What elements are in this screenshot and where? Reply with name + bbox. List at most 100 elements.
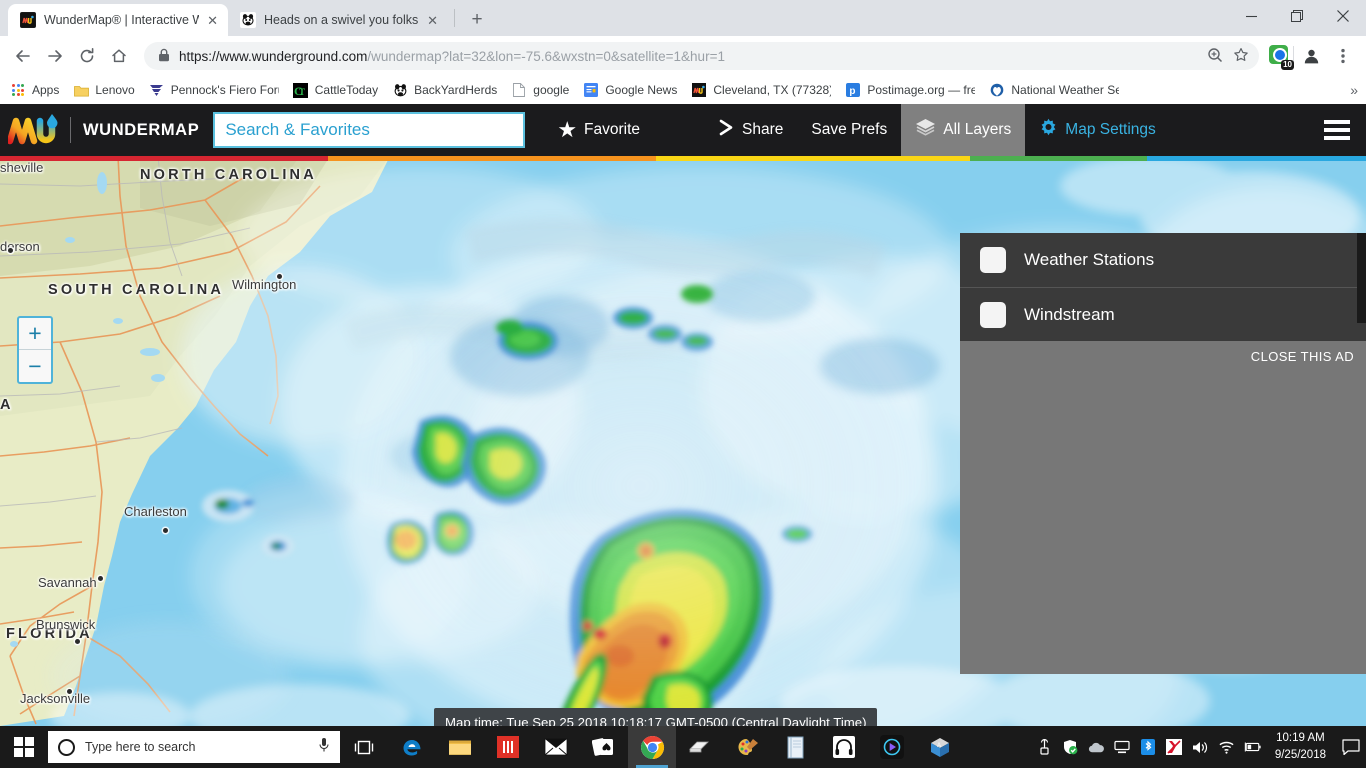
folder-icon — [73, 82, 89, 98]
zoom-in-button[interactable]: + — [19, 318, 51, 350]
task-view-icon[interactable] — [340, 726, 388, 768]
share-button[interactable]: Share — [704, 104, 797, 156]
bookmark-cleveland-tx[interactable]: Cleveland, TX (77328) — [691, 82, 831, 98]
bookmark-postimage[interactable]: p Postimage.org — free — [845, 82, 975, 98]
all-layers-button[interactable]: All Layers — [901, 104, 1026, 156]
brand[interactable]: WUNDERMAP — [0, 113, 199, 147]
home-icon[interactable] — [104, 41, 134, 71]
zoom-out-button[interactable]: − — [19, 350, 51, 382]
taskbar-search-box[interactable]: Type here to search — [48, 731, 340, 763]
windstream-checkbox[interactable] — [980, 302, 1006, 328]
volume-icon[interactable] — [1192, 739, 1209, 756]
bookmarks-bar: Apps Lenovo Pennock's Fiero Forum CT Cat… — [0, 76, 1366, 104]
bookmark-backyardherds[interactable]: BackYardHerds — [392, 82, 497, 98]
address-bar[interactable]: https://www.wunderground.com/wundermap?l… — [144, 42, 1259, 70]
tornado-icon — [149, 82, 165, 98]
hamburger-menu-icon[interactable] — [1324, 120, 1366, 140]
browser-window: WunderMap® | Interactive Weath ✕ Heads o… — [0, 0, 1366, 726]
map-city-dot — [8, 248, 13, 253]
layer-row-windstream[interactable]: Windstream — [960, 288, 1366, 343]
bookmark-national-weather-service[interactable]: National Weather Ser — [989, 82, 1119, 98]
lock-icon — [158, 48, 170, 65]
bluetooth-icon[interactable] — [1140, 739, 1157, 756]
advertisement-banner: CLOSE THIS AD — [960, 341, 1366, 674]
maximize-button[interactable] — [1274, 0, 1320, 32]
close-button[interactable] — [1320, 0, 1366, 32]
panel-scrollbar[interactable] — [1357, 233, 1366, 323]
bookmark-label: google — [533, 83, 570, 97]
map-settings-button[interactable]: Map Settings — [1025, 104, 1169, 156]
map-settings-label: Map Settings — [1065, 121, 1156, 138]
red-app-icon[interactable] — [484, 726, 532, 768]
display-icon[interactable] — [1114, 739, 1131, 756]
bookmark-pennocks-fiero-forum[interactable]: Pennock's Fiero Forum — [149, 82, 279, 98]
profile-avatar-icon[interactable] — [1296, 41, 1326, 71]
windows-start-icon[interactable] — [0, 726, 48, 768]
notepad-icon[interactable] — [772, 726, 820, 768]
wunderground-icon — [691, 82, 707, 98]
star-outline-icon[interactable] — [1233, 47, 1249, 66]
onedrive-icon[interactable] — [1088, 739, 1105, 756]
windows-taskbar: Type here to search A 10:19 AM 9/25/2018 — [0, 726, 1366, 768]
security-shield-icon[interactable] — [1062, 739, 1079, 756]
wifi-icon[interactable] — [1218, 739, 1235, 756]
weather-stations-checkbox[interactable] — [980, 247, 1006, 273]
browser-tab-1[interactable]: WunderMap® | Interactive Weath ✕ — [8, 4, 228, 36]
three-dots-menu-icon[interactable] — [1328, 41, 1358, 71]
media-player-icon[interactable] — [868, 726, 916, 768]
zoom-magnifier-icon[interactable] — [1207, 47, 1223, 66]
solitaire-icon[interactable] — [580, 726, 628, 768]
eraser-app-icon[interactable] — [676, 726, 724, 768]
edge-icon[interactable] — [388, 726, 436, 768]
favorite-label: Favorite — [584, 121, 641, 138]
bookmark-label: Google News — [605, 83, 678, 97]
bookmark-google[interactable]: google — [511, 82, 569, 98]
minimize-button[interactable] — [1228, 0, 1274, 32]
mail-icon[interactable] — [532, 726, 580, 768]
extension-badge-count: 10 — [1281, 60, 1294, 70]
all-layers-panel: Weather Stations Windstream — [960, 233, 1366, 343]
map-city-dot — [67, 689, 72, 694]
logo-divider — [70, 117, 71, 143]
new-tab-button[interactable]: + — [463, 6, 491, 34]
extension-icon[interactable]: 10 — [1269, 45, 1294, 70]
blue-app-icon[interactable]: A — [916, 726, 964, 768]
kaspersky-icon[interactable] — [1166, 739, 1183, 756]
postimage-icon: p — [845, 82, 861, 98]
chrome-icon[interactable] — [628, 726, 676, 768]
forward-arrow-icon[interactable] — [40, 41, 70, 71]
usb-icon[interactable] — [1036, 739, 1053, 756]
taskbar-clock[interactable]: 10:19 AM 9/25/2018 — [1267, 730, 1336, 763]
reload-icon[interactable] — [72, 41, 102, 71]
microphone-icon[interactable] — [318, 737, 330, 758]
search-input[interactable] — [225, 120, 514, 140]
tab-close-icon[interactable]: ✕ — [427, 14, 438, 27]
cattletoday-icon: CT — [293, 82, 309, 98]
layer-label: Weather Stations — [1024, 250, 1155, 269]
app-name: WUNDERMAP — [83, 120, 200, 139]
wu-logo-icon — [6, 113, 64, 147]
battery-icon[interactable] — [1244, 739, 1261, 756]
back-arrow-icon[interactable] — [8, 41, 38, 71]
bookmark-apps[interactable]: Apps — [10, 82, 59, 98]
search-and-favorites-box[interactable] — [213, 112, 526, 148]
favorite-button[interactable]: ★ Favorite — [543, 104, 654, 156]
bookmark-label: CattleToday — [314, 83, 379, 97]
tab-close-icon[interactable]: ✕ — [207, 14, 218, 27]
bookmark-lenovo[interactable]: Lenovo — [73, 82, 135, 98]
bookmark-google-news[interactable]: Google News — [583, 82, 677, 98]
headphones-icon[interactable] — [820, 726, 868, 768]
close-ad-button[interactable]: CLOSE THIS AD — [1251, 349, 1354, 364]
bookmark-cattletoday[interactable]: CT CattleToday — [293, 82, 378, 98]
bookmarks-overflow-icon[interactable]: » — [1350, 82, 1358, 98]
bookmark-label: Pennock's Fiero Forum — [170, 83, 279, 97]
layer-row-weather-stations[interactable]: Weather Stations — [960, 233, 1366, 288]
browser-tab-2[interactable]: Heads on a swivel you folks on Ea ✕ — [228, 4, 448, 36]
action-center-icon[interactable] — [1336, 726, 1366, 768]
map-city-dot — [75, 639, 80, 644]
browser-toolbar: https://www.wunderground.com/wundermap?l… — [0, 36, 1366, 76]
save-prefs-button[interactable]: Save Prefs — [797, 104, 901, 156]
noaa-icon — [989, 82, 1005, 98]
file-explorer-icon[interactable] — [436, 726, 484, 768]
paint-icon[interactable] — [724, 726, 772, 768]
